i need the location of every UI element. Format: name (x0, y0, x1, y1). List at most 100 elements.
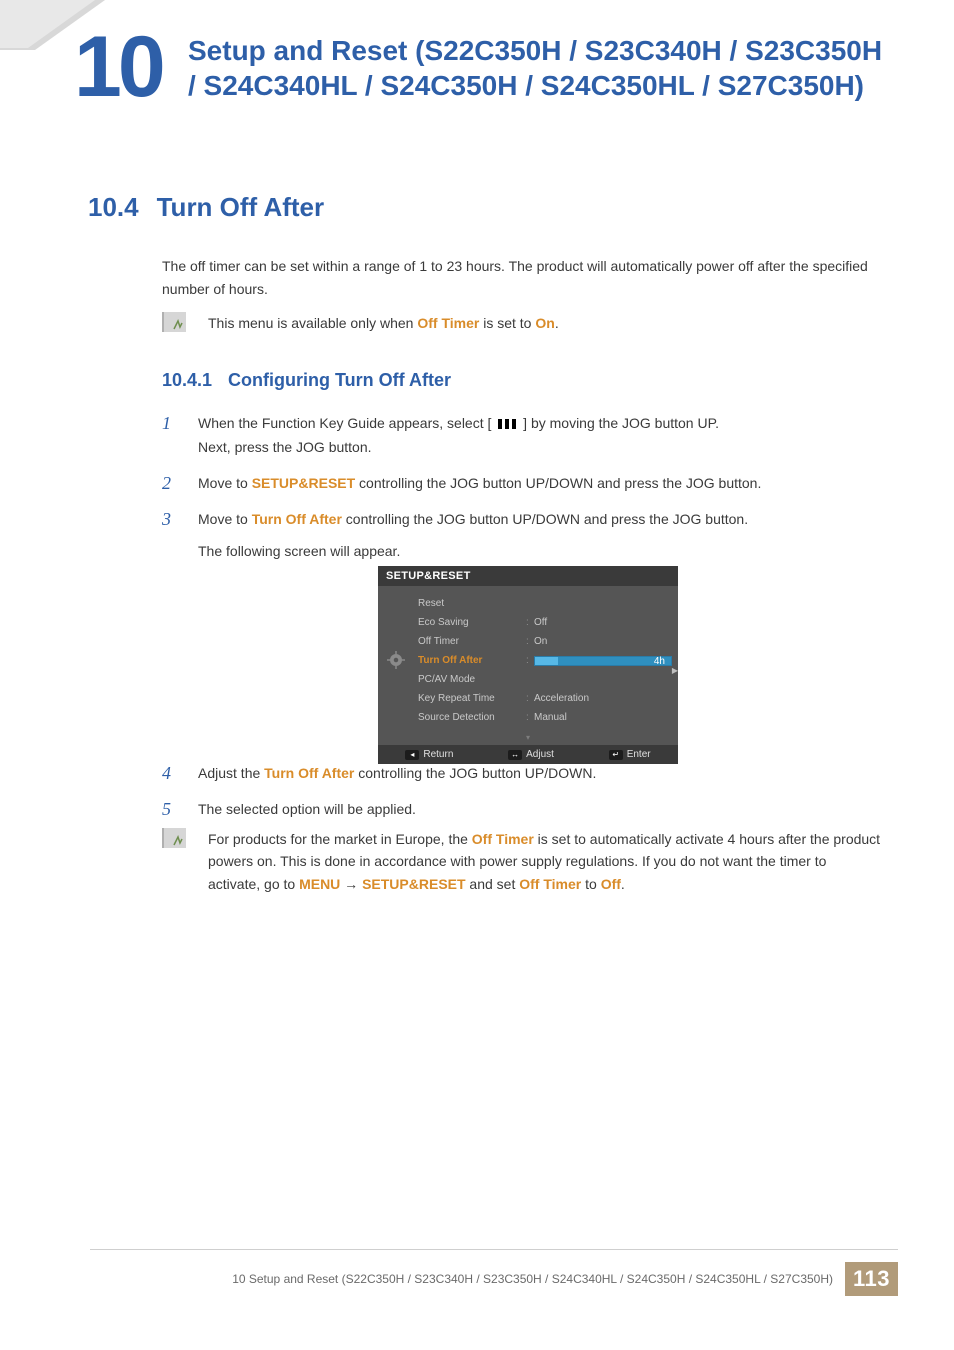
osd-slider: 4h (534, 656, 672, 666)
footer-chapter-line: 10 Setup and Reset (S22C350H / S23C340H … (232, 1272, 833, 1286)
osd-row: Turn Off After: 4h (418, 651, 672, 670)
osd-row-label: Source Detection (418, 712, 526, 723)
step-number: 5 (162, 798, 182, 822)
n2b5: Off (601, 876, 621, 892)
osd-row-label: Off Timer (418, 636, 526, 647)
osd-colon: : (526, 617, 534, 628)
menu-grid-icon: [ ] (488, 412, 528, 436)
osd-row-label: PC/AV Mode (418, 674, 526, 685)
osd-row-value: Acceleration (534, 693, 672, 704)
chevron-right-icon: ▶ (672, 666, 678, 675)
osd-colon: : (526, 655, 534, 666)
step-number: 1 (162, 412, 182, 460)
n2t4: to (581, 876, 600, 892)
note1-post: . (555, 315, 559, 331)
step-number: 2 (162, 472, 182, 496)
osd-return: ◂ Return (405, 749, 453, 760)
osd-row: Reset (418, 594, 672, 613)
osd-row: Eco Saving:Off (418, 613, 672, 632)
s2a: Move to (198, 475, 252, 491)
step-body: Move to SETUP&RESET controlling the JOG … (198, 472, 882, 496)
s2c: controlling the JOG button UP/DOWN and p… (355, 475, 761, 491)
enter-icon: ↵ (609, 750, 623, 760)
n2b3: SETUP&RESET (362, 876, 465, 892)
n2b1: Off Timer (472, 831, 534, 847)
osd-adjust-label: Adjust (526, 749, 554, 760)
osd-row-label: Eco Saving (418, 617, 526, 628)
adjust-icon: ↔ (508, 750, 522, 760)
osd-enter: ↵ Enter (609, 749, 651, 760)
s3c: controlling the JOG button UP/DOWN and p… (342, 511, 748, 527)
subsection-heading: 10.4.1 Configuring Turn Off After (162, 370, 451, 391)
return-icon: ◂ (405, 750, 419, 760)
osd-colon: : (526, 693, 534, 704)
osd-menu-list: ResetEco Saving:OffOff Timer:OnTurn Off … (414, 586, 678, 733)
note-icon (162, 828, 186, 848)
subsection-title: Configuring Turn Off After (228, 370, 451, 390)
page-footer: 10 Setup and Reset (S22C350H / S23C340H … (90, 1249, 898, 1296)
s1c: Next, press the JOG button. (198, 439, 372, 455)
osd-enter-label: Enter (627, 749, 651, 760)
n2b2: MENU (299, 876, 340, 892)
s1b: by moving the JOG button UP. (527, 415, 719, 431)
section-title: Turn Off After (157, 192, 325, 223)
osd-slider-value: 4h (654, 656, 665, 667)
osd-colon: : (526, 636, 534, 647)
steps-list: 1 When the Function Key Guide appears, s… (162, 412, 882, 575)
arrow-icon: → (340, 876, 362, 892)
osd-row-value: On (534, 636, 672, 647)
note-icon (162, 312, 186, 332)
section-heading: 10.4 Turn Off After (88, 192, 324, 223)
step-body: Move to Turn Off After controlling the J… (198, 508, 882, 564)
steps-list-continued: 4 Adjust the Turn Off After controlling … (162, 762, 882, 834)
osd-row-label: Turn Off After (418, 655, 526, 666)
step-number: 3 (162, 508, 182, 564)
step-body: When the Function Key Guide appears, sel… (198, 412, 882, 460)
section-intro: The off timer can be set within a range … (162, 255, 882, 301)
osd-row-label: Key Repeat Time (418, 693, 526, 704)
step-body: Adjust the Turn Off After controlling th… (198, 762, 882, 786)
step-5: 5 The selected option will be applied. (162, 798, 882, 822)
osd-colon: : (526, 712, 534, 723)
footer-page-number: 113 (845, 1262, 898, 1296)
chapter-number: 10 (74, 18, 162, 117)
s3b: Turn Off After (252, 511, 342, 527)
chevron-down-icon: ▾ (378, 733, 678, 745)
n2t1: For products for the market in Europe, t… (208, 831, 472, 847)
gear-icon (387, 651, 405, 669)
step-4: 4 Adjust the Turn Off After controlling … (162, 762, 882, 786)
osd-row-value: Off (534, 617, 672, 628)
s2b: SETUP&RESET (252, 475, 355, 491)
s4b: Turn Off After (264, 765, 354, 781)
osd-adjust: ↔ Adjust (508, 749, 554, 760)
step-2: 2 Move to SETUP&RESET controlling the JO… (162, 472, 882, 496)
note1-b2: On (535, 315, 554, 331)
note1-b1: Off Timer (417, 315, 479, 331)
note-text-1: This menu is available only when Off Tim… (208, 312, 882, 334)
osd-row: Source Detection:Manual (418, 708, 672, 727)
subsection-number: 10.4.1 (162, 370, 212, 390)
osd-row-value: Manual (534, 712, 672, 723)
osd-row: Key Repeat Time:Acceleration (418, 689, 672, 708)
note-block-1: This menu is available only when Off Tim… (162, 312, 882, 334)
note1-mid: is set to (479, 315, 535, 331)
n2t5: . (621, 876, 625, 892)
step-3: 3 Move to Turn Off After controlling the… (162, 508, 882, 564)
note-text-2: For products for the market in Europe, t… (208, 828, 882, 895)
osd-row: PC/AV Mode (418, 670, 672, 689)
osd-row-label: Reset (418, 598, 526, 609)
osd-screenshot: SETUP&RESET ResetEco Saving:OffOff Timer… (378, 566, 678, 764)
chapter-title: Setup and Reset (S22C350H / S23C340H / S… (188, 34, 888, 103)
osd-return-label: Return (423, 749, 453, 760)
n2b4: Off Timer (519, 876, 581, 892)
note-block-2: For products for the market in Europe, t… (162, 828, 882, 895)
osd-icon-column (378, 586, 414, 733)
step-1: 1 When the Function Key Guide appears, s… (162, 412, 882, 460)
n2t3: and set (466, 876, 520, 892)
note1-pre: This menu is available only when (208, 315, 417, 331)
step-number: 4 (162, 762, 182, 786)
osd-title: SETUP&RESET (378, 566, 678, 586)
s4a: Adjust the (198, 765, 264, 781)
s1a: When the Function Key Guide appears, sel… (198, 415, 488, 431)
step-body: The selected option will be applied. (198, 798, 882, 822)
